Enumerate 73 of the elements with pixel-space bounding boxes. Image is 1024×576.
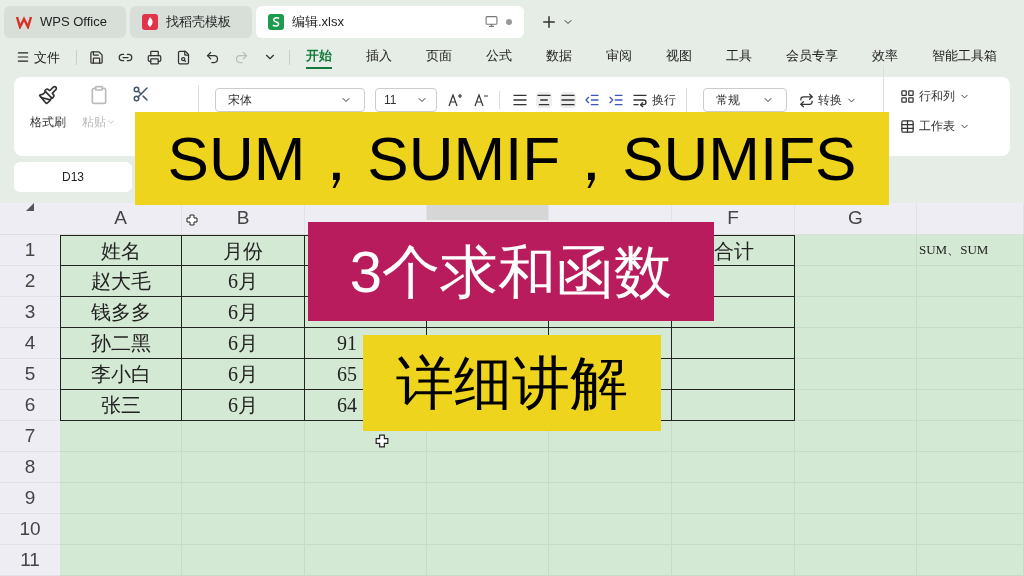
table-cell: 孙二黑 [60, 328, 182, 359]
increase-font-icon[interactable] [447, 92, 463, 109]
table-cell: 赵大毛 [60, 266, 182, 297]
tab-label: WPS Office [40, 12, 107, 31]
grid-icon [900, 88, 915, 104]
tab-label: 找稻壳模板 [166, 12, 231, 31]
worksheet-button[interactable]: 工作表 [900, 117, 970, 136]
row-header[interactable]: 10 [0, 514, 60, 545]
title-banner: SUM，SUMIF，SUMIFS [135, 112, 889, 205]
align-middle-icon[interactable] [536, 92, 552, 109]
spreadsheet-icon [268, 13, 284, 30]
cursor-icon [375, 434, 389, 448]
table-cell: 钱多多 [60, 297, 182, 328]
table-cell: SUM、SUM [917, 235, 1024, 266]
format-painter-icon[interactable] [38, 85, 58, 106]
title-banner: 详细讲解 [363, 335, 661, 431]
align-bottom-icon[interactable] [560, 92, 576, 109]
ribbon-tab[interactable]: 会员专享 [786, 45, 838, 70]
menu-icon[interactable] [16, 50, 30, 65]
document-tab[interactable]: WPS Office [4, 5, 126, 38]
row-header[interactable]: 11 [0, 545, 60, 576]
table-cell: 6月 [182, 266, 305, 297]
file-menu[interactable]: 文件 [34, 47, 60, 68]
table-cell: 6月 [182, 359, 305, 390]
convert-icon [799, 92, 814, 108]
print-preview-icon[interactable] [176, 49, 191, 65]
document-tab[interactable]: 编辑.xlsx [256, 5, 524, 38]
ribbon-tab[interactable]: 智能工具箱 [932, 45, 997, 70]
row-header[interactable]: 3 [0, 297, 60, 328]
ribbon-tab[interactable]: 页面 [426, 45, 452, 70]
ribbon-tab[interactable]: 开始 [306, 45, 332, 70]
row-header[interactable]: 7 [0, 421, 60, 452]
row-header[interactable]: 1 [0, 235, 60, 266]
cut-icon[interactable] [132, 85, 150, 104]
ribbon-tab[interactable]: 公式 [486, 45, 512, 70]
table-cell: 6月 [182, 390, 305, 421]
document-tab[interactable]: 找稻壳模板 [130, 5, 252, 38]
ribbon-tab[interactable]: 视图 [666, 45, 692, 70]
select-all-icon[interactable] [26, 203, 34, 211]
undo-icon[interactable] [205, 49, 220, 65]
monitor-icon[interactable] [485, 15, 498, 29]
wrap-text-button[interactable]: 换行 [632, 91, 676, 110]
name-box[interactable]: D13 [14, 162, 132, 193]
ribbon-tab[interactable]: 审阅 [606, 45, 632, 70]
row-header[interactable]: 4 [0, 328, 60, 359]
table-icon [900, 118, 915, 134]
table-cell: 张三 [60, 390, 182, 421]
ribbon-tab[interactable]: 效率 [872, 45, 898, 70]
rows-columns-button[interactable]: 行和列 [900, 87, 970, 106]
row-header[interactable]: 6 [0, 390, 60, 421]
ribbon-tab[interactable]: 数据 [546, 45, 572, 70]
title-banner: 3个求和函数 [308, 222, 714, 321]
row-header[interactable]: 9 [0, 483, 60, 514]
table-cell: 姓名 [60, 235, 182, 266]
decrease-font-icon[interactable] [473, 92, 489, 109]
wrap-text-icon [632, 92, 648, 109]
ribbon-tab[interactable]: 插入 [366, 45, 392, 70]
row-header[interactable]: 2 [0, 266, 60, 297]
table-cell: 李小白 [60, 359, 182, 390]
table-cell: 月份 [182, 235, 305, 266]
convert-button[interactable]: 转换 [799, 91, 857, 110]
row-header[interactable]: 8 [0, 452, 60, 483]
tab-label: 编辑.xlsx [292, 12, 344, 31]
save-icon[interactable] [89, 49, 104, 65]
table-cell: 6月 [182, 297, 305, 328]
row-header[interactable]: 5 [0, 359, 60, 390]
format-painter-label[interactable]: 格式刷 [30, 113, 66, 132]
cursor-icon [186, 214, 198, 226]
print-icon[interactable] [147, 49, 162, 65]
font-select[interactable]: 宋体 [215, 88, 365, 113]
table-cell: 6月 [182, 328, 305, 359]
ribbon-tab[interactable]: 工具 [726, 45, 752, 70]
flame-icon [142, 13, 158, 30]
